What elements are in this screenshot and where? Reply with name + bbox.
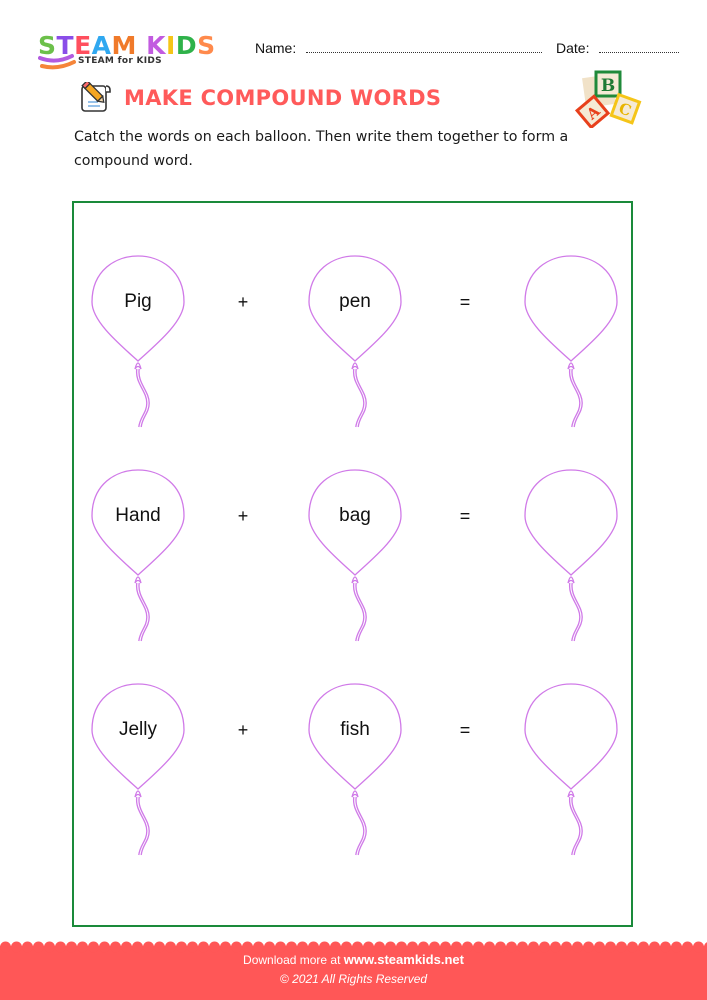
footer-scallop: [286, 941, 297, 953]
footer-scallop: [363, 941, 374, 953]
row-3-second-word: fish: [340, 719, 370, 740]
footer-scallop: [374, 941, 385, 953]
footer-scallop: [627, 941, 638, 953]
footer-download-line: Download more at www.steamkids.net: [0, 952, 707, 967]
footer-scallop: [561, 941, 572, 953]
footer-scallop: [451, 941, 462, 953]
footer-scallop: [341, 941, 352, 953]
footer-scallop: [440, 941, 451, 953]
date-field[interactable]: [599, 42, 680, 53]
footer-scallop: [649, 941, 660, 953]
steam-kids-logo: STEAM KIDS STEAM for KIDS: [38, 32, 238, 72]
logo-letter: D: [175, 31, 198, 60]
footer-scallop: [77, 941, 88, 953]
footer-scallop: [352, 941, 363, 953]
footer-website-link[interactable]: www.steamkids.net: [344, 952, 464, 967]
footer-scallop: [550, 941, 561, 953]
footer-download-prefix: Download more at: [243, 953, 341, 967]
footer-scallop: [297, 941, 308, 953]
footer-scallop: [176, 941, 187, 953]
name-label: Name:: [255, 40, 297, 56]
footer-scallop: [22, 941, 33, 953]
row-1-plus-sign: +: [237, 292, 249, 312]
footer-scallop: [528, 941, 539, 953]
footer-scallop: [132, 941, 143, 953]
footer-scallop: [418, 941, 429, 953]
footer-scallop: [539, 941, 550, 953]
footer-scallop: [154, 941, 165, 953]
footer-scallop: [638, 941, 649, 953]
footer-scallop: [495, 941, 506, 953]
footer-scallop: [671, 941, 682, 953]
footer-scallop: [198, 941, 209, 953]
date-label: Date:: [556, 40, 590, 56]
footer-scallop: [88, 941, 99, 953]
row-1-second-word: pen: [339, 291, 371, 312]
footer-scallop: [605, 941, 616, 953]
abc-blocks-icon: B C A: [574, 70, 642, 128]
logo-letter: I: [166, 31, 176, 60]
worksheet-title-row: MAKE COMPOUND WORDS: [78, 82, 441, 114]
footer-scallop: [231, 941, 242, 953]
block-b-letter: B: [601, 76, 615, 96]
footer-scallop: [242, 941, 253, 953]
footer-scallop: [396, 941, 407, 953]
row-3-first-word: Jelly: [118, 719, 157, 740]
footer-scallop: [616, 941, 627, 953]
footer-scallop: [0, 941, 11, 953]
footer-scallop: [308, 941, 319, 953]
row-1-equals-sign: =: [459, 292, 471, 312]
name-field[interactable]: [306, 42, 543, 53]
footer-scallop: [407, 941, 418, 953]
footer-scallop: [484, 941, 495, 953]
footer-scallop: [209, 941, 220, 953]
logo-letter: S: [197, 31, 216, 60]
row-3-plus-sign: +: [237, 720, 249, 740]
footer-scallop: [429, 941, 440, 953]
footer-scallop: [253, 941, 264, 953]
footer-scallop: [682, 941, 693, 953]
footer-scallop: [220, 941, 231, 953]
footer-scallop: [55, 941, 66, 953]
footer-band: [0, 941, 707, 1000]
footer-scallop: [11, 941, 22, 953]
footer-scallop: [660, 941, 671, 953]
pencil-paper-icon: [81, 82, 111, 112]
row-1-first-word: Pig: [124, 291, 152, 312]
footer-scallop: [583, 941, 594, 953]
footer-scallop: [462, 941, 473, 953]
footer-scallop: [594, 941, 605, 953]
footer-scallop: [99, 941, 110, 953]
footer-copyright: © 2021 All Rights Reserved: [279, 972, 428, 986]
logo-tagline: STEAM for KIDS: [78, 56, 162, 66]
row-3-equals-sign: =: [459, 720, 471, 740]
footer-scallop: [572, 941, 583, 953]
footer-scallop: [275, 941, 286, 953]
footer-scallop: [473, 941, 484, 953]
footer-scallop: [143, 941, 154, 953]
footer-scallop: [121, 941, 132, 953]
logo-swoosh-icon: [38, 54, 76, 70]
row-2-second-word: bag: [339, 505, 371, 526]
name-date-row: Name: Date:: [255, 40, 680, 56]
row-2-plus-sign: +: [237, 506, 249, 526]
footer-scallop: [165, 941, 176, 953]
row-2-first-word: Hand: [115, 505, 161, 526]
footer-scallop: [693, 941, 704, 953]
footer-scallop: [110, 941, 121, 953]
worksheet-title: MAKE COMPOUND WORDS: [124, 86, 442, 110]
instructions-text: Catch the words on each balloon. Then wr…: [74, 129, 569, 169]
footer-scallop: [66, 941, 77, 953]
row-2-equals-sign: =: [459, 506, 471, 526]
footer-scallop: [44, 941, 55, 953]
footer-scallop: [517, 941, 528, 953]
footer-scallop: [33, 941, 44, 953]
footer-scallop: [506, 941, 517, 953]
footer-scallop: [319, 941, 330, 953]
footer-scallop: [187, 941, 198, 953]
footer-scallop: [264, 941, 275, 953]
footer-scallop: [330, 941, 341, 953]
footer-scallop: [385, 941, 396, 953]
